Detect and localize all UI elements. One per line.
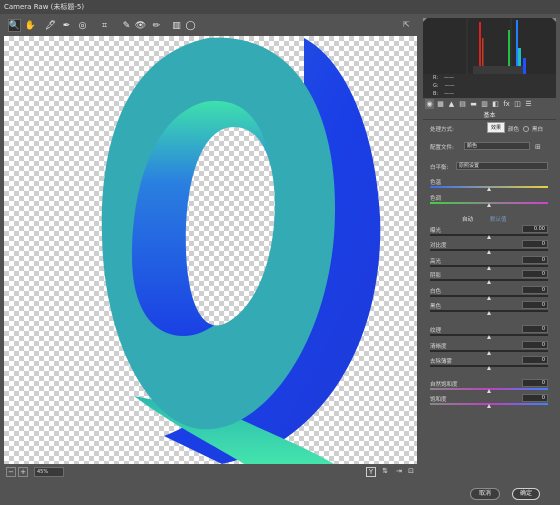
treatment-bw-label: 黑白: [532, 127, 544, 133]
split-toning-tab-icon[interactable]: ▬: [469, 99, 478, 109]
b-label: B:: [433, 91, 439, 97]
slider-value-field[interactable]: 0: [522, 341, 548, 349]
slider-thumb[interactable]: [487, 366, 491, 370]
slider-value-field[interactable]: 0.00: [522, 225, 548, 233]
status-bar: − + 45% Y ⇅ ⇥ ⊡: [4, 465, 418, 479]
rgb-readout-r: R: ——: [433, 75, 454, 81]
slider-value-field[interactable]: 0: [522, 325, 548, 333]
treatment-label: 处理方式:: [430, 127, 454, 133]
auto-link[interactable]: 自动: [462, 215, 473, 223]
ok-button[interactable]: 确定: [512, 488, 540, 500]
slider-label: 纹理: [430, 328, 442, 334]
zoom-out-button[interactable]: −: [6, 467, 16, 477]
white-balance-tool-icon[interactable]: 🖋: [44, 19, 57, 32]
slider-label: 阴影: [430, 273, 442, 279]
red-eye-tool-icon[interactable]: 👁: [134, 19, 147, 32]
ring-image: [101, 37, 381, 464]
slider-thumb[interactable]: [487, 250, 491, 254]
slider-thumb[interactable]: [487, 404, 491, 408]
profile-select[interactable]: 颜色: [464, 142, 530, 150]
treatment-bw-radio[interactable]: [523, 126, 529, 132]
swap-icon[interactable]: ⇅: [380, 467, 390, 477]
copy-settings-icon[interactable]: ⇥: [394, 467, 404, 477]
presets-tab-icon[interactable]: ☰: [524, 99, 533, 109]
slider-label: 清晰度: [430, 344, 447, 350]
white-balance-label: 白平衡:: [430, 165, 449, 171]
window-title: Camera Raw (未标题-5): [4, 3, 85, 11]
hand-tool-icon[interactable]: ✋: [24, 19, 37, 32]
white-balance-select[interactable]: 原照设置: [456, 162, 548, 170]
treatment-color-label: 颜色: [508, 127, 520, 133]
camera-raw-window: Camera Raw (未标题-5) 🔍 ✋ 🖋 ✒ ◎ ⌗ ✎ 👁 ✏ ▥ ◯ ⇱: [0, 0, 560, 505]
slider-value-field[interactable]: 0: [522, 256, 548, 264]
transform-tab-icon[interactable]: ◧: [491, 99, 500, 109]
slider-value-field[interactable]: 0: [522, 356, 548, 364]
zoom-in-button[interactable]: +: [18, 467, 28, 477]
slider-label: 曝光: [430, 228, 442, 234]
section-title: 基本: [423, 112, 556, 120]
r-label: R:: [433, 75, 439, 81]
slider-thumb[interactable]: [487, 203, 491, 207]
histogram-graph: [423, 18, 556, 74]
color-sampler-tool-icon[interactable]: ✒: [60, 19, 73, 32]
zoom-level-select[interactable]: 45%: [34, 467, 64, 477]
slider-thumb[interactable]: [487, 296, 491, 300]
panel-tabs: ◉ ▦ ▲ ▤ ▬ ▥ ◧ fx ◫ ☰: [423, 99, 556, 111]
g-value: ——: [444, 83, 455, 89]
slider-label: 色温: [430, 180, 442, 186]
toggle-preview-icon[interactable]: ⊡: [406, 467, 416, 477]
hsl-tab-icon[interactable]: ▤: [458, 99, 467, 109]
r-value: ——: [444, 75, 455, 81]
slider-label: 去除薄雾: [430, 359, 453, 365]
graduated-filter-tool-icon[interactable]: ▥: [170, 19, 183, 32]
slider-label: 自然饱和度: [430, 382, 458, 388]
tooltip: 效果: [487, 122, 506, 133]
cancel-button[interactable]: 取消: [470, 488, 500, 500]
slider-value-field[interactable]: 0: [522, 270, 548, 278]
profile-label: 配置文件:: [430, 145, 454, 151]
slider-label: 黑色: [430, 304, 442, 310]
slider-thumb[interactable]: [487, 280, 491, 284]
radial-filter-tool-icon[interactable]: ◯: [184, 19, 197, 32]
tone-curve-tab-icon[interactable]: ▦: [436, 99, 445, 109]
zoom-tool-icon[interactable]: 🔍: [8, 19, 21, 32]
before-after-toggle[interactable]: Y: [366, 467, 376, 477]
toolbar: 🔍 ✋ 🖋 ✒ ◎ ⌗ ✎ 👁 ✏ ▥ ◯: [4, 16, 418, 36]
slider-label: 对比度: [430, 243, 447, 249]
title-bar: Camera Raw (未标题-5): [0, 0, 560, 14]
slider-label: 饱和度: [430, 397, 447, 403]
detail-tab-icon[interactable]: ▲: [447, 99, 456, 109]
slider-thumb[interactable]: [487, 351, 491, 355]
spot-removal-tool-icon[interactable]: ✎: [120, 19, 133, 32]
target-adjustment-tool-icon[interactable]: ◎: [76, 19, 89, 32]
crop-tool-icon[interactable]: ⌗: [98, 19, 111, 32]
open-preferences-icon[interactable]: ⇱: [403, 20, 413, 30]
image-preview[interactable]: [4, 36, 417, 464]
slider-thumb[interactable]: [487, 311, 491, 315]
slider-label: 色调: [430, 196, 442, 202]
rgb-readout-g: G: ——: [433, 83, 455, 89]
slider-value-field[interactable]: 0: [522, 394, 548, 402]
slider-value-field[interactable]: 0: [522, 301, 548, 309]
slider-thumb[interactable]: [487, 187, 491, 191]
slider-label: 高光: [430, 259, 442, 265]
slider-thumb[interactable]: [487, 266, 491, 270]
slider-label: 白色: [430, 289, 442, 295]
slider-value-field[interactable]: 0: [522, 379, 548, 387]
rgb-readout-b: B: ——: [433, 91, 454, 97]
slider-thumb[interactable]: [487, 235, 491, 239]
b-value: ——: [444, 91, 455, 97]
lens-tab-icon[interactable]: ▥: [480, 99, 489, 109]
g-label: G:: [433, 83, 439, 89]
slider-value-field[interactable]: 0: [522, 240, 548, 248]
basic-tab-icon[interactable]: ◉: [425, 99, 434, 109]
slider-thumb[interactable]: [487, 389, 491, 393]
adjustment-brush-tool-icon[interactable]: ✏: [150, 19, 163, 32]
slider-thumb[interactable]: [487, 335, 491, 339]
calibration-tab-icon[interactable]: ◫: [513, 99, 522, 109]
effects-tab-icon[interactable]: fx: [502, 99, 511, 109]
default-link[interactable]: 默认值: [490, 215, 507, 223]
slider-value-field[interactable]: 0: [522, 286, 548, 294]
profile-browser-icon[interactable]: ⊞: [535, 142, 545, 152]
